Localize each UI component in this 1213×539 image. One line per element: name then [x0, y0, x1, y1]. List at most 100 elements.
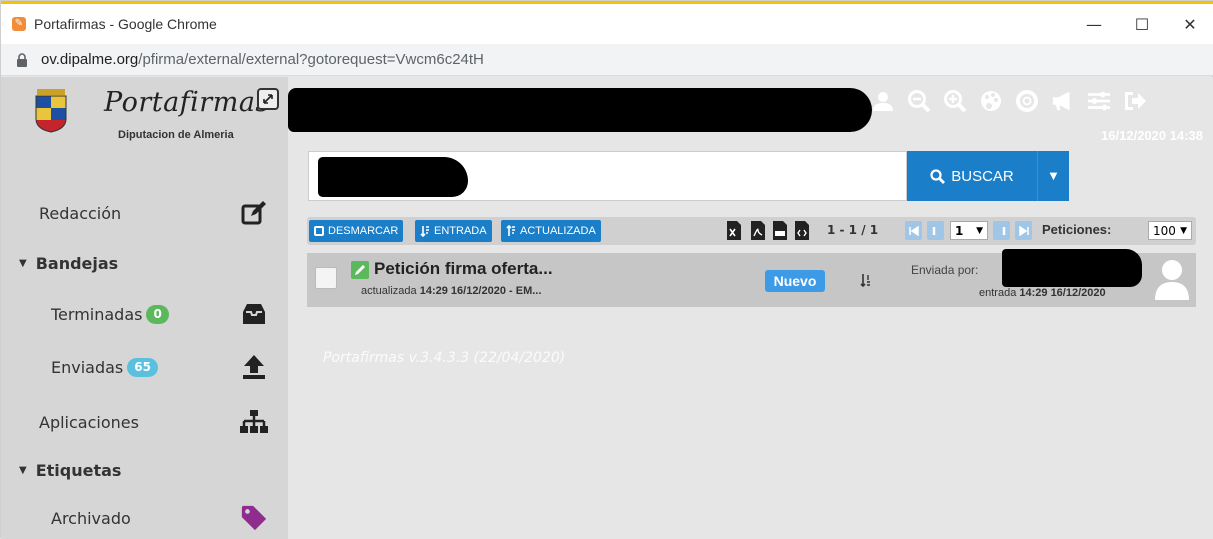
sidebar-item-label: Enviadas: [51, 357, 124, 377]
sort-entrada-button[interactable]: ENTRADA: [415, 220, 492, 242]
first-page-icon: [908, 225, 919, 236]
sent-by-label: Enviada por:: [911, 263, 979, 277]
peticiones-select-value: 100: [1153, 223, 1176, 238]
status-badge: Nuevo: [765, 270, 825, 292]
app-body: Portafirmas Diputacion de Almeria Redacc…: [1, 77, 1213, 539]
app-version: Portafirmas v.3.4.3.3 (22/04/2020): [323, 350, 566, 366]
inbox-tray-icon: [240, 300, 268, 328]
sidebar-item-aplicaciones[interactable]: Aplicaciones: [1, 402, 288, 442]
redacted-user-name: [288, 88, 872, 132]
close-button[interactable]: ✕: [1166, 4, 1213, 44]
page-select-value: 1: [955, 223, 964, 238]
url-host: ov.dipalme.org: [41, 51, 139, 68]
actualizada-label: ACTUALIZADA: [520, 225, 596, 237]
caret-down-icon: ▼: [19, 257, 27, 269]
sort-actualizada-button[interactable]: ACTUALIZADA: [501, 220, 601, 242]
top-toolbar-icons: [871, 88, 1147, 114]
chevron-down-icon: ▼: [976, 225, 983, 236]
desmarcar-button[interactable]: DESMARCAR: [309, 220, 404, 242]
sidebar-item-redaccion[interactable]: Redacción: [1, 193, 288, 233]
updated-prefix: actualizada: [361, 285, 420, 297]
sidebar-item-enviadas[interactable]: Enviadas 65: [1, 347, 288, 387]
next-page-icon: [1002, 226, 1005, 235]
title-bar: ✎ Portafirmas - Google Chrome — ☐ ✕: [1, 4, 1213, 44]
last-page-button[interactable]: [1015, 221, 1032, 240]
logo-area: Portafirmas Diputacion de Almeria: [1, 77, 288, 157]
maximize-button[interactable]: ☐: [1118, 4, 1166, 44]
row-checkbox[interactable]: [315, 267, 337, 289]
search-bar: BUSCAR ▼: [308, 151, 1069, 201]
excel-file-icon[interactable]: [727, 221, 741, 240]
portafirmas-favicon-icon: ✎: [12, 17, 26, 31]
sidebar-item-label: Redacción: [39, 203, 122, 223]
square-icon: [314, 226, 324, 236]
tag-icon: [240, 504, 268, 532]
search-input[interactable]: [308, 151, 907, 201]
sidebar-group-bandejas[interactable]: ▼ Bandejas: [1, 243, 288, 283]
first-page-button[interactable]: [905, 221, 922, 240]
page-select[interactable]: 1 ▼: [950, 221, 988, 240]
search-options-dropdown[interactable]: ▼: [1037, 151, 1069, 201]
prev-page-icon: [932, 226, 935, 235]
search-icon: [930, 168, 946, 184]
chevron-down-icon: ▼: [1180, 225, 1187, 236]
current-datetime: 16/12/2020 14:38: [1101, 128, 1203, 143]
sidebar-group-label: Bandejas: [35, 253, 119, 273]
last-page-icon: [1018, 225, 1029, 236]
edit-icon: [240, 199, 268, 227]
terminadas-count-badge: 0: [146, 304, 169, 324]
pdf-file-icon[interactable]: [751, 221, 765, 240]
entry-prefix: entrada: [979, 287, 1020, 299]
address-bar[interactable]: ov.dipalme.org/pfirma/external/external?…: [1, 44, 1213, 76]
zoom-in-icon[interactable]: [943, 89, 967, 113]
entry-date-info: entrada 14:29 16/12/2020: [979, 287, 1106, 299]
redacted-search-text: [318, 157, 468, 197]
sliders-icon[interactable]: [1087, 89, 1111, 113]
code-file-icon[interactable]: [795, 221, 809, 240]
request-row[interactable]: Petición firma oferta... actualizada 14:…: [307, 249, 1196, 307]
desmarcar-label: DESMARCAR: [328, 225, 399, 237]
sidebar-item-label: Terminadas: [51, 304, 143, 324]
collapse-sidebar-button[interactable]: [257, 88, 279, 110]
pencil-icon: [351, 261, 369, 279]
entrada-label: ENTRADA: [434, 225, 487, 237]
zoom-out-icon[interactable]: [907, 89, 931, 113]
palette-icon[interactable]: [979, 89, 1003, 113]
caret-down-icon: ▼: [1049, 170, 1058, 182]
coat-of-arms-icon: [35, 89, 67, 133]
request-title[interactable]: Petición firma oferta...: [374, 259, 553, 279]
redacted-sender-name: [1002, 249, 1142, 287]
user-icon[interactable]: [871, 89, 895, 113]
sitemap-icon: [240, 408, 268, 436]
upload-icon: [240, 353, 268, 381]
window-title: Portafirmas - Google Chrome: [34, 16, 217, 32]
enviadas-count-badge: 65: [127, 357, 158, 377]
megaphone-icon[interactable]: [1051, 89, 1075, 113]
collapse-arrows-icon: [263, 94, 273, 104]
search-button[interactable]: BUSCAR: [907, 151, 1037, 201]
sort-icon: [420, 226, 429, 237]
peticiones-label: Peticiones:: [1042, 222, 1112, 237]
next-page-button[interactable]: [993, 221, 1010, 240]
brand-subtitle: Diputacion de Almeria: [118, 129, 234, 141]
help-lifebuoy-icon[interactable]: [1015, 89, 1039, 113]
pagination-count: 1 - 1 / 1: [827, 223, 879, 237]
sidebar-item-label: Archivado: [51, 508, 131, 528]
sort-order-icon: [859, 271, 873, 289]
search-button-label: BUSCAR: [951, 167, 1014, 185]
minimize-button[interactable]: —: [1070, 4, 1118, 44]
prev-page-button[interactable]: [927, 221, 944, 240]
brand-name: Portafirmas: [104, 87, 270, 118]
csv-file-icon[interactable]: [773, 221, 787, 240]
url-path: /pfirma/external/external?gotorequest=Vw…: [138, 51, 484, 68]
sidebar-group-etiquetas[interactable]: ▼ Etiquetas: [1, 450, 288, 490]
main-content: 16/12/2020 14:38 BUSCAR ▼ DESMARCAR ENTR…: [288, 77, 1213, 539]
sidebar-item-label: Aplicaciones: [39, 412, 139, 432]
sidebar-item-archivado[interactable]: Archivado: [1, 498, 288, 538]
sidebar-item-terminadas[interactable]: Terminadas 0: [1, 294, 288, 334]
lock-icon[interactable]: [15, 52, 29, 67]
logout-icon[interactable]: [1123, 89, 1147, 113]
peticiones-per-page-select[interactable]: 100 ▼: [1148, 221, 1192, 240]
window-controls: — ☐ ✕: [1070, 4, 1213, 44]
avatar: [1155, 260, 1189, 300]
